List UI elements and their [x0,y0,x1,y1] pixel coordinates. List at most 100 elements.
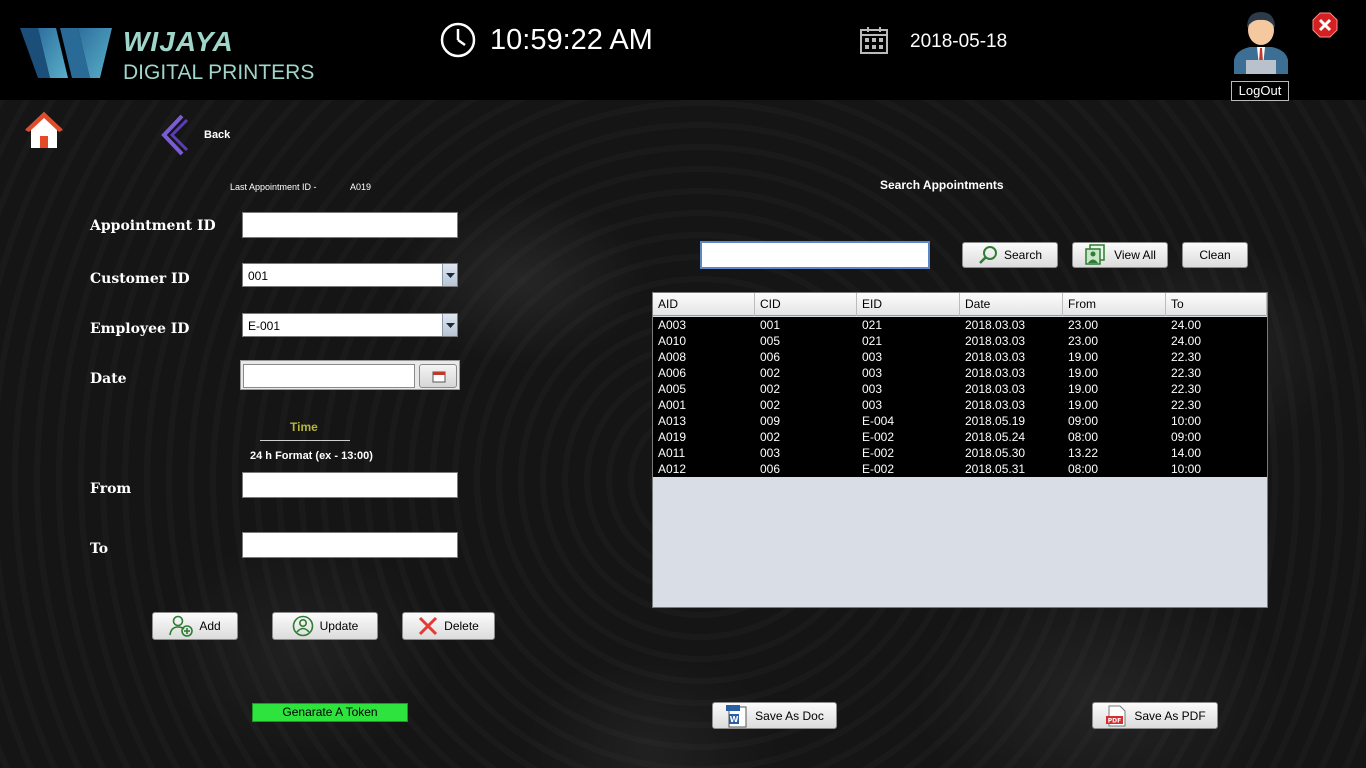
table-cell: 006 [760,350,781,364]
update-user-icon [292,615,313,637]
back-arrow-icon[interactable] [160,114,188,156]
save-as-pdf-button[interactable]: PDF Save As PDF [1092,702,1218,729]
table-cell: 09:00 [1171,430,1202,444]
column-header[interactable]: Date [960,293,1063,316]
table-cell: 2018.05.31 [965,462,1026,476]
close-icon[interactable] [1312,12,1338,38]
time-section-label: Time [290,420,318,434]
update-button[interactable]: Update [272,612,378,640]
add-button[interactable]: Add [152,612,238,640]
table-row[interactable]: A005 002 003 2018.03.03 19.00 22.30 [653,381,1267,397]
table-cell: E-002 [862,430,895,444]
table-cell: E-002 [862,462,895,476]
search-icon [979,246,997,264]
column-header[interactable]: EID [857,293,960,316]
to-label: To [90,541,109,557]
appointments-table: AID CID EID Date From To A003 001 021 2018.03.03… [652,292,1268,608]
table-cell: A001 [658,398,687,412]
table-row[interactable]: A001 002 003 2018.03.03 19.00 22.30 [653,397,1267,413]
table-cell: A011 [658,446,686,460]
appointment-id-input[interactable] [242,212,458,238]
save-as-pdf-label: Save As PDF [1134,708,1206,723]
doc-icon: W [726,704,747,727]
table-cell: 13.22 [1068,446,1099,460]
table-row[interactable]: A006 002 003 2018.03.03 19.00 22.30 [653,365,1267,381]
calendar-picker-icon [432,371,446,383]
home-icon[interactable] [24,110,64,150]
table-cell: 19.00 [1068,350,1099,364]
table-cell: A005 [658,382,687,396]
table-cell: E-004 [862,414,895,428]
view-all-button[interactable]: View All [1072,242,1168,268]
to-time-input[interactable] [242,532,458,558]
appointment-id-label: Appointment ID [90,218,216,234]
table-cell: A019 [658,430,687,444]
table-cell: 009 [760,414,781,428]
last-appointment-id-value: A019 [350,182,372,192]
table-row[interactable]: A008 006 003 2018.03.03 19.00 22.30 [653,349,1267,365]
table-cell: 2018.05.19 [965,414,1026,428]
employee-id-select[interactable]: E-001 [242,313,458,337]
logout-button[interactable]: LogOut [1231,81,1289,101]
date-input[interactable] [243,364,415,388]
search-input[interactable] [700,241,930,269]
column-header[interactable]: CID [755,293,857,316]
search-section-title: Search Appointments [880,178,1004,192]
date-picker [240,360,460,390]
table-cell: 002 [760,366,781,380]
clean-button[interactable]: Clean [1182,242,1248,268]
table-cell: 19.00 [1068,382,1099,396]
column-header[interactable]: To [1166,293,1267,316]
chevron-down-icon[interactable] [442,264,457,286]
table-cell: 2018.03.03 [965,382,1026,396]
column-header[interactable]: AID [653,293,755,316]
save-as-doc-button[interactable]: W Save As Doc [712,702,837,729]
table-cell: 021 [862,334,883,348]
table-cell: 09:00 [1068,414,1099,428]
generate-token-button[interactable]: Genarate A Token [252,703,408,722]
table-cell: 2018.03.03 [965,318,1026,332]
customer-id-label: Customer ID [90,271,190,287]
table-cell: 001 [760,318,781,332]
svg-text:PDF: PDF [1108,717,1121,724]
time-divider [260,440,350,441]
table-cell: 22.30 [1171,366,1202,380]
table-cell: E-002 [862,446,895,460]
from-time-input[interactable] [242,472,458,498]
delete-button[interactable]: Delete [402,612,495,640]
view-all-icon [1085,244,1105,265]
table-cell: 24.00 [1171,334,1202,348]
table-row[interactable]: A019 002 E-002 2018.05.24 08:00 09:00 [653,429,1267,445]
table-row[interactable]: A012 006 E-002 2018.05.31 08:00 10:00 [653,461,1267,477]
time-format-hint: 24 h Format (ex - 13:00) [250,450,373,462]
customer-id-select[interactable]: 001 [242,263,458,287]
table-row[interactable]: A013 009 E-004 2018.05.19 09:00 10:00 [653,413,1267,429]
table-cell: 003 [862,366,883,380]
table-cell: 23.00 [1068,318,1099,332]
table-cell: 003 [862,398,883,412]
brand-tagline: DIGITAL PRINTERS [123,61,315,84]
table-cell: 23.00 [1068,334,1099,348]
table-cell: 22.30 [1171,398,1202,412]
table-cell: 003 [862,382,883,396]
date-picker-button[interactable] [419,364,457,388]
pdf-icon: PDF [1106,705,1126,726]
table-cell: 2018.03.03 [965,334,1026,348]
table-cell: 19.00 [1068,398,1099,412]
table-row[interactable]: A003 001 021 2018.03.03 23.00 24.00 [653,317,1267,333]
logo-w-icon [20,28,112,78]
clock-time: 10:59:22 AM [490,24,653,56]
delete-x-icon [419,616,438,636]
table-row[interactable]: A011 003 E-002 2018.05.30 13.22 14.00 [653,445,1267,461]
table-header: AID CID EID Date From To [653,293,1267,316]
date-label: Date [90,371,127,387]
table-row[interactable]: A010 005 021 2018.03.03 23.00 24.00 [653,333,1267,349]
column-header[interactable]: From [1063,293,1166,316]
back-label[interactable]: Back [204,129,230,141]
table-cell: 08:00 [1068,462,1099,476]
table-cell: 2018.03.03 [965,366,1026,380]
search-button[interactable]: Search [962,242,1058,268]
table-cell: 002 [760,430,781,444]
table-cell: A012 [658,462,687,476]
chevron-down-icon[interactable] [442,314,457,336]
